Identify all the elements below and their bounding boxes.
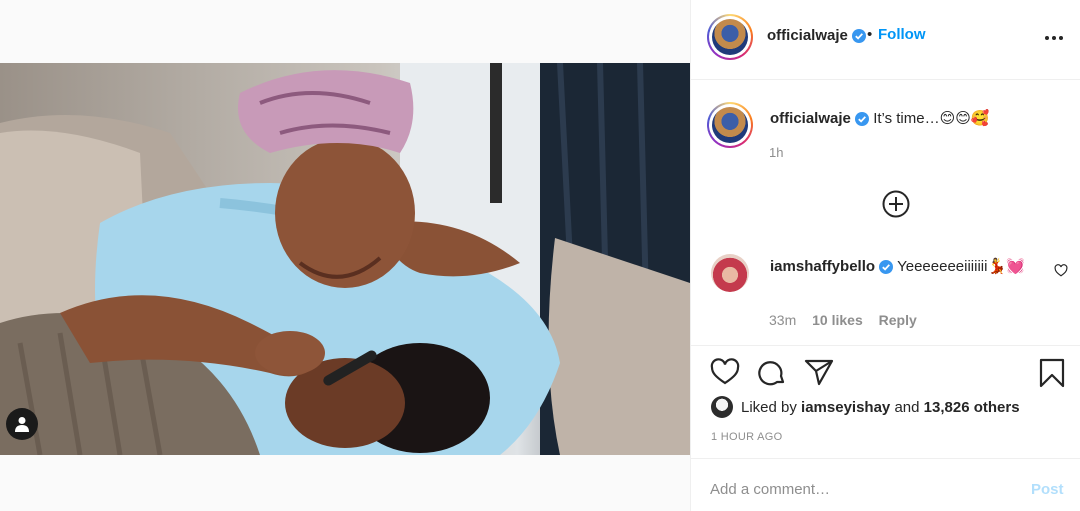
commenter-avatar[interactable] — [711, 254, 749, 292]
instagram-post-view: officialwaje • Follow officialwaje It’s … — [0, 0, 1080, 511]
share-icon[interactable] — [804, 358, 834, 386]
caption-timestamp[interactable]: 1h — [769, 145, 783, 160]
comment-meta: 33m 10 likes Reply — [769, 312, 917, 328]
post-details-panel: officialwaje • Follow officialwaje It’s … — [690, 0, 1080, 511]
caption-author-avatar[interactable] — [707, 102, 753, 148]
user-tag-icon[interactable] — [6, 408, 38, 440]
verified-badge-icon — [855, 112, 870, 127]
likes-others-count[interactable]: 13,826 others — [924, 399, 1020, 416]
header-author-row: officialwaje — [767, 27, 867, 45]
follow-button[interactable]: Follow — [878, 26, 926, 43]
comment: iamshaffybello Yeeeeeeeiiiiiii💃💓 — [770, 256, 1040, 278]
load-more-comments-icon[interactable] — [881, 189, 911, 219]
save-bookmark-icon[interactable] — [1039, 358, 1065, 388]
verified-badge-icon — [879, 260, 894, 275]
verified-badge-icon — [852, 28, 867, 43]
divider — [691, 345, 1080, 346]
author-avatar[interactable] — [707, 14, 753, 60]
comment-timestamp[interactable]: 33m — [769, 312, 796, 328]
separator-dot: • — [867, 26, 873, 43]
liker-avatar[interactable] — [711, 396, 733, 418]
caption: officialwaje It’s time…😊😊🥰 — [770, 109, 990, 127]
liked-by-connector: and — [894, 398, 920, 416]
heart-icon[interactable] — [710, 358, 740, 386]
media-area — [0, 0, 690, 511]
liked-by-prefix: Liked by — [741, 398, 797, 416]
reply-button[interactable]: Reply — [879, 312, 917, 328]
comment-like-heart-icon[interactable] — [1054, 264, 1068, 277]
divider — [691, 458, 1080, 459]
comment-icon[interactable] — [757, 358, 787, 388]
add-comment-input[interactable]: Add a comment… — [710, 481, 830, 498]
post-photo[interactable] — [0, 63, 690, 455]
more-options-icon[interactable] — [1042, 28, 1066, 48]
author-username[interactable]: officialwaje — [767, 27, 848, 44]
caption-text: It’s time…😊😊🥰 — [873, 110, 990, 127]
commenter-username[interactable]: iamshaffybello — [770, 258, 875, 275]
post-comment-button[interactable]: Post — [1031, 481, 1064, 498]
comment-text: Yeeeeeeeiiiiiii💃💓 — [897, 258, 1025, 275]
photo-illustration — [0, 63, 690, 455]
post-header: officialwaje • Follow — [691, 0, 1080, 80]
post-timestamp[interactable]: 1 HOUR AGO — [711, 431, 782, 443]
caption-author-username[interactable]: officialwaje — [770, 110, 851, 127]
comment-likes-count[interactable]: 10 likes — [812, 312, 863, 328]
likes-summary: Liked by iamseyishay and 13,826 others — [711, 396, 1020, 418]
liker-username[interactable]: iamseyishay — [801, 399, 890, 416]
